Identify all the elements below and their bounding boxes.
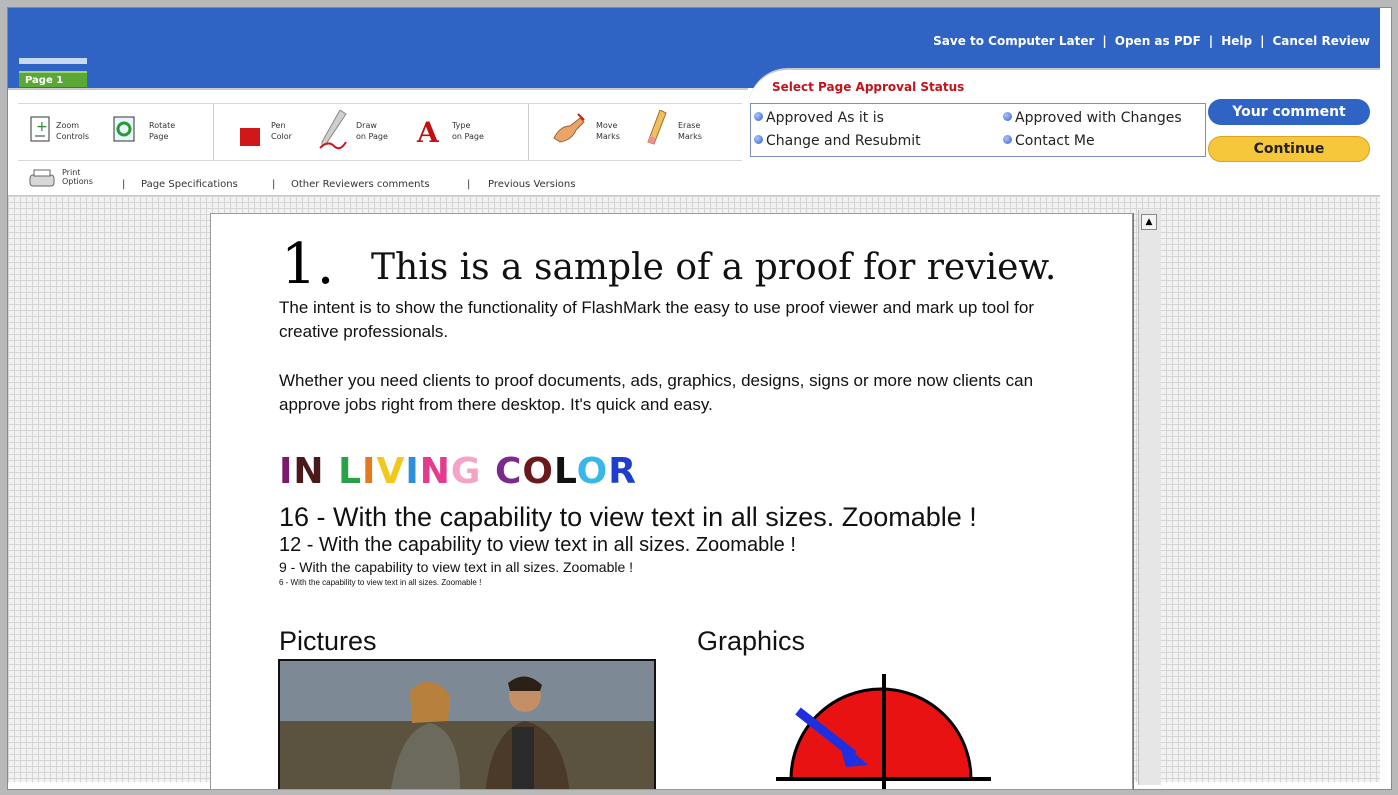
printer-icon — [29, 169, 55, 187]
link-separator: | — [122, 179, 126, 190]
scroll-up-arrow-icon[interactable]: ▲ — [1141, 214, 1157, 230]
graphics-label: Graphics — [697, 626, 806, 656]
pencil-icon — [319, 110, 347, 150]
section-number: 1. — [281, 232, 335, 297]
radio-label: Approved with Changes — [1015, 110, 1182, 126]
svg-text:+: + — [36, 119, 48, 135]
pen-label-2: Color — [271, 132, 292, 141]
continue-button[interactable]: Continue — [1208, 136, 1370, 162]
chart-graphic — [776, 674, 991, 789]
living-color-letter: I — [279, 451, 294, 492]
sample-photo — [278, 659, 656, 789]
size-9-text: 9 - With the capability to view text in … — [279, 559, 634, 575]
radio-dot-icon — [1003, 112, 1012, 121]
open-pdf-link[interactable]: Open as PDF — [1115, 34, 1201, 48]
couple-photo-image — [280, 661, 654, 789]
living-color-letter: R — [608, 451, 638, 492]
proof-page: 1. This is a sample of a proof for revie… — [210, 213, 1133, 790]
intro-paragraph: The intent is to show the functionality … — [279, 298, 1034, 341]
cancel-review-link[interactable]: Cancel Review — [1272, 34, 1370, 48]
living-color-letter: V — [376, 451, 406, 492]
living-color-letter: I — [405, 451, 420, 492]
type-label-1: Type — [452, 121, 471, 130]
pictures-label: Pictures — [279, 626, 377, 656]
living-color-letter — [325, 451, 339, 492]
svg-text:A: A — [416, 116, 440, 146]
living-color-letter: L — [554, 451, 577, 492]
link-separator: | — [272, 179, 276, 190]
radio-dot-icon — [1003, 135, 1012, 144]
top-links: Save to Computer Later | Open as PDF | Help |… — [933, 34, 1370, 48]
approval-status-options: Approved As it is Approved with Changes … — [750, 103, 1206, 157]
radio-label: Approved As it is — [766, 110, 884, 126]
size-12-text: 12 - With the capability to view text in… — [279, 534, 796, 556]
secondary-links: Print Options | Page Specifications | Oth… — [8, 168, 1380, 196]
other-reviewers-link[interactable]: Other Reviewers comments — [291, 179, 430, 190]
draw-label-2: on Page — [356, 132, 388, 141]
living-color-letter: C — [494, 451, 523, 492]
living-color-letter: L — [338, 451, 363, 492]
size-6-text: 6 - With the capability to view text in … — [279, 578, 482, 587]
radio-change-and-resubmit[interactable]: Change and Resubmit — [754, 133, 921, 149]
pen-color-icon — [240, 128, 260, 146]
second-paragraph: Whether you need clients to proof docume… — [279, 371, 1034, 414]
type-label-2: on Page — [452, 132, 484, 141]
save-later-link[interactable]: Save to Computer Later — [933, 34, 1094, 48]
toolbar: + Zoom Controls Rotate Page Pen Color Draw o… — [18, 103, 742, 161]
radio-dot-icon — [754, 135, 763, 144]
type-icon: A — [416, 116, 440, 146]
living-color-letter: O — [576, 451, 609, 492]
vertical-scrollbar[interactable] — [1138, 210, 1161, 785]
living-color-heading: IN LIVING COLOR — [279, 451, 637, 492]
toolbar-divider — [213, 104, 214, 160]
approval-title: Select Page Approval Status — [772, 80, 965, 94]
size-16-text: 16 - With the capability to view text in… — [279, 502, 977, 532]
move-label-1: Move — [596, 121, 618, 130]
tab-page-1[interactable]: Page 1 — [19, 71, 87, 87]
previous-versions-link[interactable]: Previous Versions — [488, 179, 575, 190]
zoom-label-2: Controls — [56, 132, 90, 141]
erase-label-1: Erase — [678, 121, 701, 130]
radio-contact-me[interactable]: Contact Me — [1003, 133, 1095, 149]
print-label-2: Options — [62, 177, 93, 186]
draw-label-1: Draw — [356, 121, 377, 130]
hand-icon — [553, 113, 585, 143]
zoom-icon: + — [30, 116, 50, 142]
pen-label-1: Pen — [271, 121, 286, 130]
rotate-label-2: Page — [149, 132, 169, 141]
living-color-letter: N — [293, 451, 325, 492]
radio-dot-icon — [754, 112, 763, 121]
print-label-1: Print — [62, 168, 81, 177]
toolbar-divider — [528, 104, 529, 160]
page-tab-strip — [19, 58, 87, 64]
living-color-letter: O — [522, 451, 555, 492]
living-color-letter: N — [419, 451, 451, 492]
link-separator: | — [467, 179, 471, 190]
help-link[interactable]: Help — [1221, 34, 1252, 48]
living-color-letter — [481, 451, 495, 492]
your-comment-button[interactable]: Your comment — [1208, 99, 1370, 125]
rotate-label-1: Rotate — [149, 121, 176, 130]
eraser-icon — [647, 110, 667, 145]
document-title: This is a sample of a proof for review. — [371, 247, 1057, 288]
rotate-icon — [113, 116, 135, 142]
move-label-2: Marks — [596, 132, 620, 141]
page-specifications-link[interactable]: Page Specifications — [141, 179, 238, 190]
living-color-letter: I — [362, 451, 377, 492]
radio-approved-as-is[interactable]: Approved As it is — [754, 110, 884, 126]
radio-label: Contact Me — [1015, 133, 1095, 149]
zoom-label-1: Zoom — [56, 121, 80, 130]
radio-approved-with-changes[interactable]: Approved with Changes — [1003, 110, 1182, 126]
erase-label-2: Marks — [678, 132, 702, 141]
radio-label: Change and Resubmit — [766, 133, 921, 149]
living-color-letter: G — [450, 451, 482, 492]
